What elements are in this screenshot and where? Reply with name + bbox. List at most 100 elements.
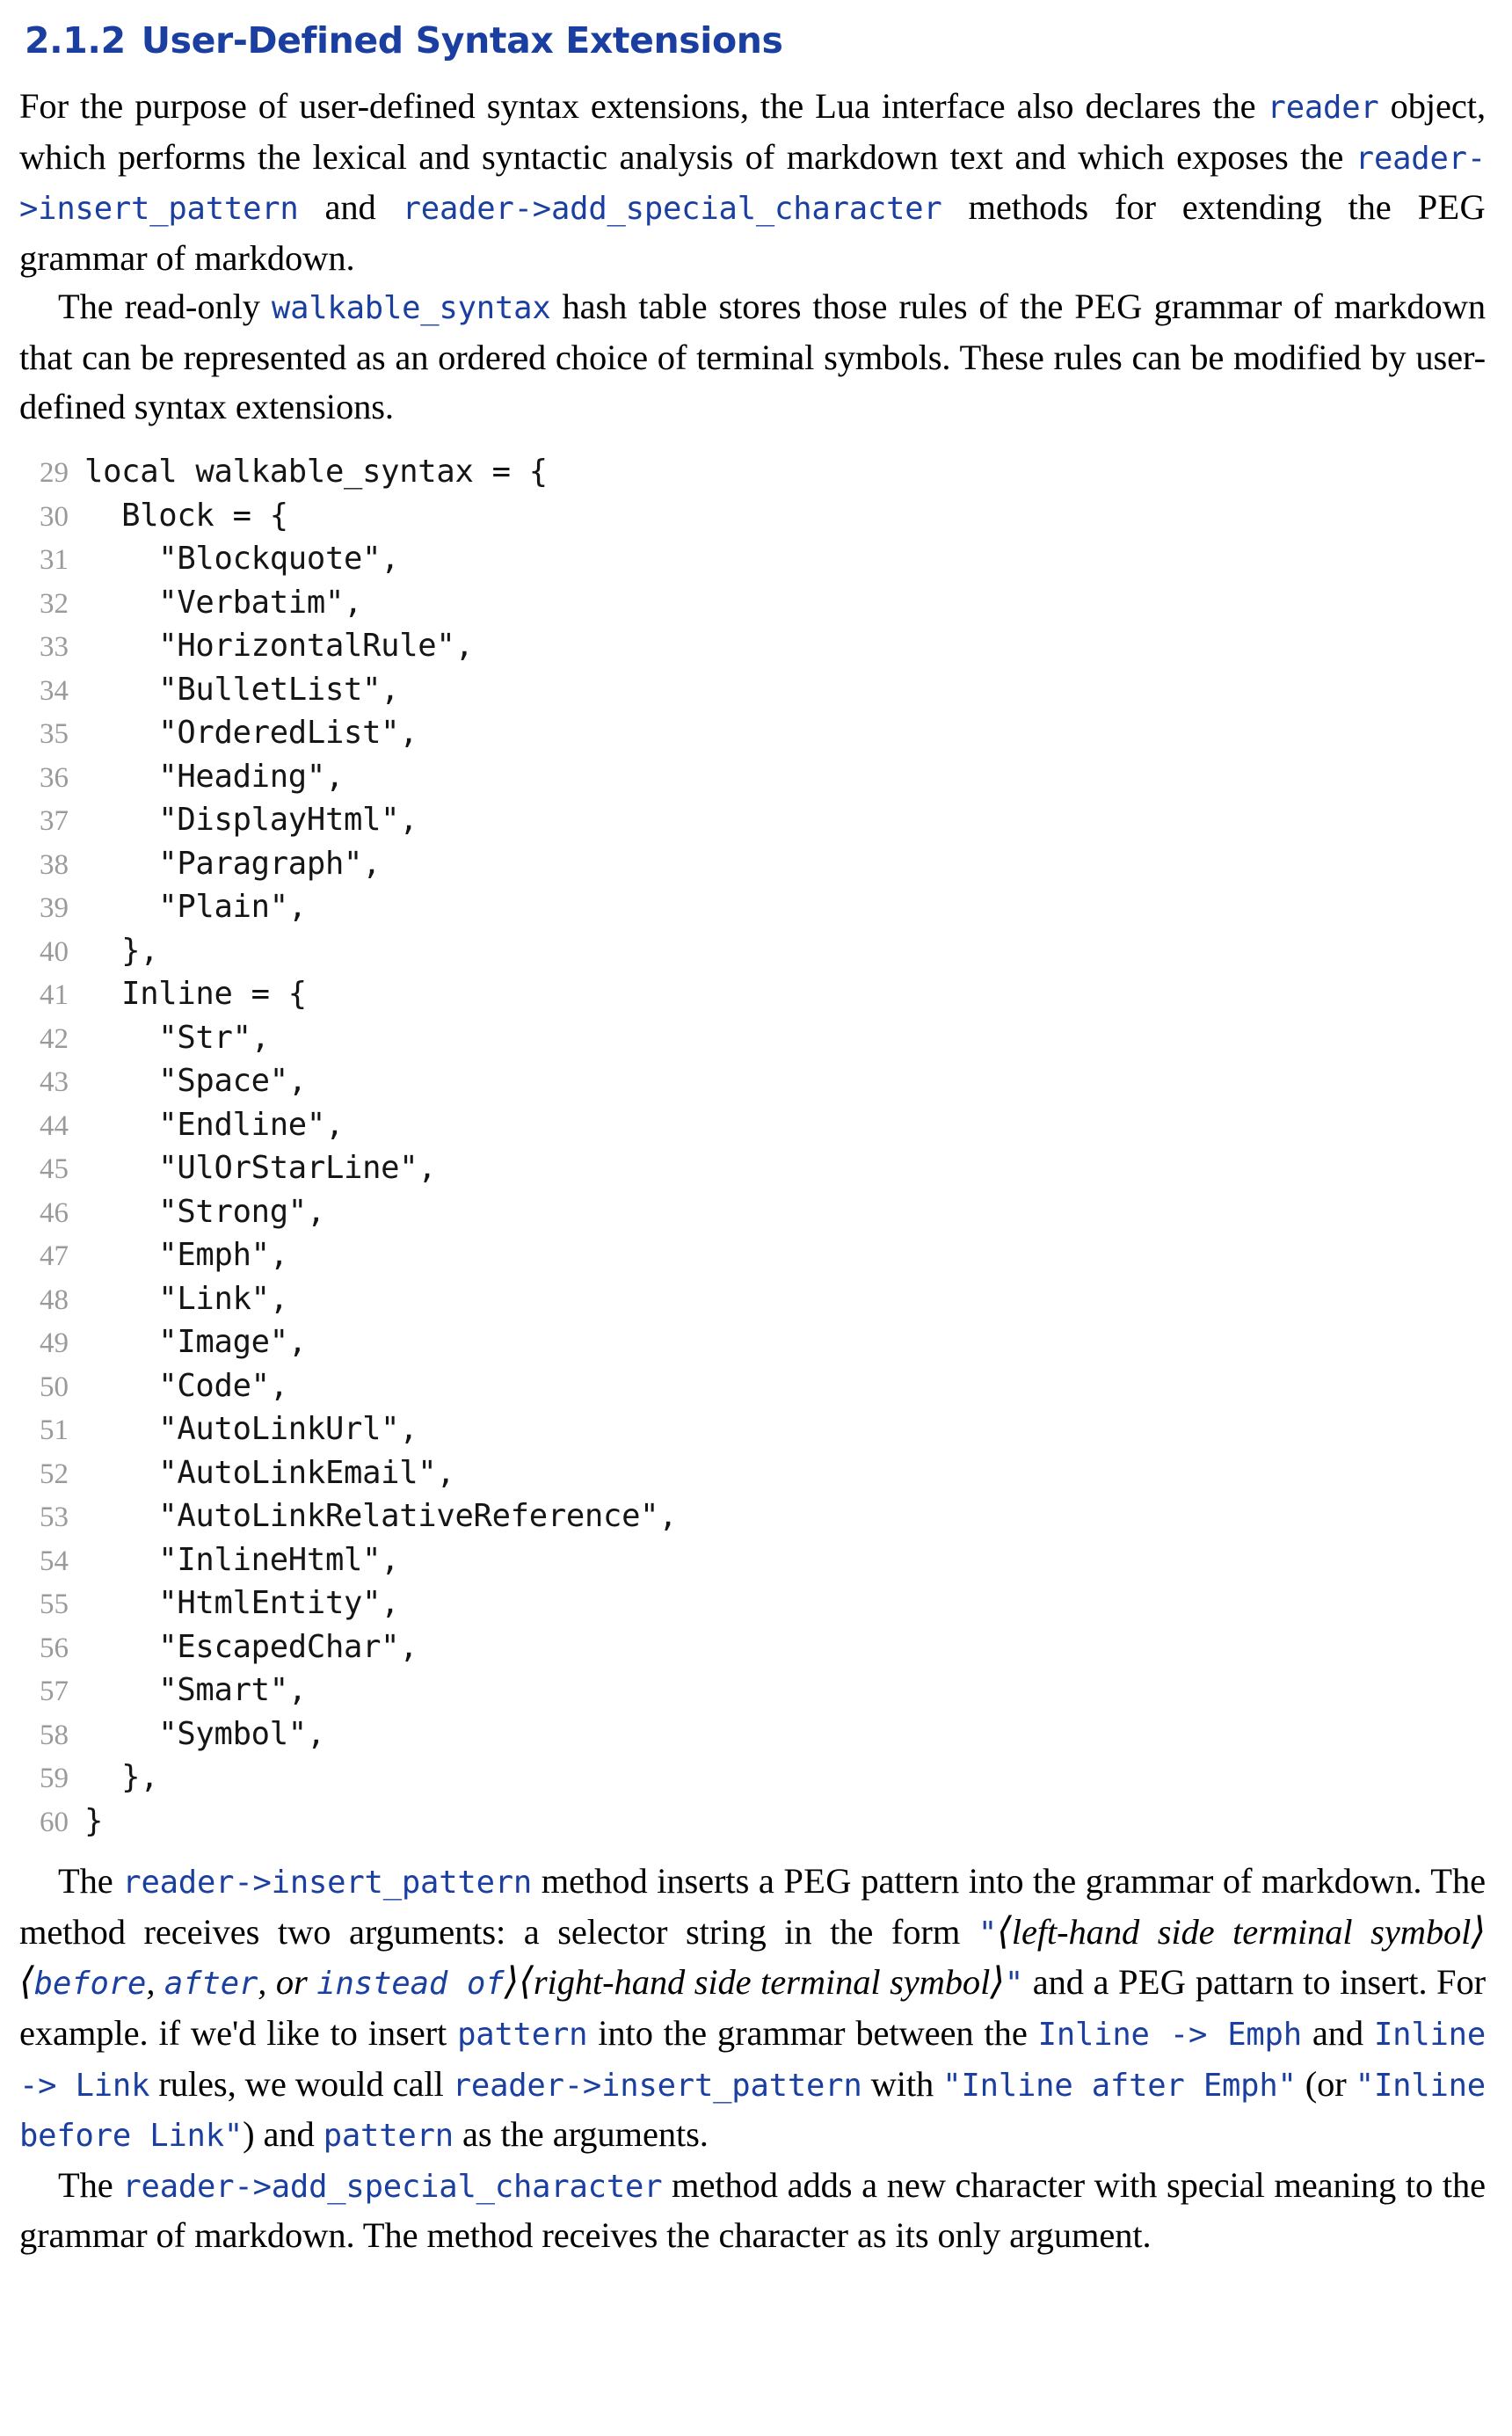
code-line-number: 54: [40, 1545, 69, 1577]
p1-text-3: and: [298, 187, 403, 228]
code-line: 36 "Heading",: [19, 755, 1486, 799]
code-line-number: 42: [40, 1022, 69, 1055]
code-line: 55 "HtmlEntity",: [19, 1582, 1486, 1625]
code-line-number: 39: [40, 892, 69, 925]
code-line: 50 "Code",: [19, 1364, 1486, 1408]
code-line-source: "OrderedList",: [84, 715, 418, 752]
code-line-number: 37: [40, 805, 69, 838]
code-line-number: 60: [40, 1806, 69, 1838]
code-line: 59 },: [19, 1756, 1486, 1800]
p3-text-11: ) and: [243, 2114, 323, 2155]
code-line-source: "InlineHtml",: [84, 1541, 400, 1578]
code-line: 51 "AutoLinkUrl",: [19, 1407, 1486, 1451]
placeholder-lhs-terminal-symbol: left-hand side terminal symbol: [1011, 1911, 1472, 1952]
code-line: 58 "Symbol",: [19, 1712, 1486, 1756]
code-line-source: }: [84, 1802, 104, 1839]
p3-text-12: as the arguments.: [453, 2114, 709, 2155]
document-page: 2.1.2 User-Defined Syntax Extensions For …: [0, 0, 1512, 2436]
inline-code-pattern: pattern: [457, 2016, 588, 2053]
code-line: 47 "Emph",: [19, 1233, 1486, 1277]
code-line: 41 Inline = {: [19, 972, 1486, 1016]
code-line-number: 33: [40, 631, 69, 664]
code-line-number: 51: [40, 1414, 69, 1447]
separator-comma: ,: [146, 1962, 164, 2003]
p3-text-4: and a: [1023, 1962, 1118, 2003]
code-line-number: 40: [40, 935, 69, 968]
code-line-source: "AutoLinkRelativeReference",: [84, 1498, 678, 1535]
code-line-source: "Blockquote",: [84, 541, 400, 578]
code-line-source: "Space",: [84, 1063, 307, 1100]
code-line-number: 53: [40, 1502, 69, 1534]
code-line-number: 45: [40, 1153, 69, 1186]
inline-code-insert-pattern: reader->insert_pattern: [122, 1865, 533, 1902]
code-line-number: 57: [40, 1676, 69, 1708]
code-line-number: 32: [40, 587, 69, 620]
code-line: 49 "Image",: [19, 1320, 1486, 1364]
code-line: 44 "Endline",: [19, 1103, 1486, 1147]
p1-text-4: methods for extending the: [941, 187, 1418, 228]
placeholder-rhs-terminal-symbol: right-hand side terminal symbol: [533, 1962, 991, 2003]
code-line-source: "Code",: [84, 1367, 288, 1404]
section-title-text: User-Defined Syntax Extensions: [141, 19, 783, 62]
p3-text-10: (or: [1296, 2063, 1356, 2104]
angle-bracket-close: ⟩: [504, 1961, 520, 2003]
angle-bracket-close: ⟩: [990, 1961, 1005, 2003]
code-line-number: 34: [40, 674, 69, 707]
code-line-source: Block = {: [84, 497, 288, 534]
code-line-number: 44: [40, 1109, 69, 1142]
inline-code-walkable-syntax: walkable_syntax: [271, 290, 551, 327]
code-line-number: 46: [40, 1196, 69, 1229]
code-line: 56 "EscapedChar",: [19, 1625, 1486, 1669]
code-line: 45 "UlOrStarLine",: [19, 1146, 1486, 1190]
code-line: 60}: [19, 1800, 1486, 1843]
p3-text-8: rules, we would call: [149, 2063, 453, 2104]
p1-text-5: grammar of markdown.: [19, 237, 355, 278]
code-line: 43 "Space",: [19, 1059, 1486, 1103]
code-line: 33 "HorizontalRule",: [19, 624, 1486, 668]
angle-bracket-open: ⟨: [997, 1910, 1012, 1952]
code-line: 31 "Blockquote",: [19, 537, 1486, 581]
inline-code-add-special-character: reader->add_special_character: [122, 2168, 663, 2205]
code-line-source: },: [84, 932, 159, 969]
code-line-number: 47: [40, 1240, 69, 1273]
selector-quote-close: ": [1004, 1966, 1024, 2003]
p3-text-1: The: [58, 1861, 123, 1902]
code-line-number: 52: [40, 1458, 69, 1490]
smallcaps-peg: PEG: [1074, 287, 1143, 327]
code-line-source: "Symbol",: [84, 1715, 325, 1752]
code-line-number: 50: [40, 1371, 69, 1403]
code-line-source: "Strong",: [84, 1193, 325, 1230]
code-line-source: local walkable_syntax = {: [84, 454, 548, 491]
separator-or: , or: [258, 1962, 317, 2003]
code-line: 57 "Smart",: [19, 1669, 1486, 1712]
code-line-source: "Plain",: [84, 889, 307, 926]
code-line-number: 43: [40, 1066, 69, 1099]
code-line-source: "EscapedChar",: [84, 1628, 418, 1665]
keyword-instead-of: instead of: [316, 1966, 505, 2003]
page-title: 2.1.2 User-Defined Syntax Extensions: [25, 23, 1486, 59]
code-line: 54 "InlineHtml",: [19, 1538, 1486, 1582]
code-line-number: 58: [40, 1719, 69, 1751]
p2-text-1: The read-only: [58, 287, 272, 327]
code-line-source: "Str",: [84, 1019, 270, 1056]
code-line-number: 55: [40, 1589, 69, 1621]
code-line: 37 "DisplayHtml",: [19, 798, 1486, 842]
code-line-number: 48: [40, 1283, 69, 1316]
paragraph-add-special-character: The reader->add_special_character method…: [19, 2161, 1486, 2260]
angle-bracket-close: ⟩: [1471, 1910, 1487, 1952]
code-line-source: "Paragraph",: [84, 845, 382, 882]
code-line: 29 local walkable_syntax = {: [19, 450, 1486, 494]
paragraph-insert-pattern: The reader->insert_pattern method insert…: [19, 1857, 1486, 2161]
keyword-before: before: [33, 1966, 147, 2003]
p3-text-7: and: [1301, 2012, 1374, 2053]
code-line-source: "Link",: [84, 1280, 288, 1317]
code-line-source: "Verbatim",: [84, 584, 363, 621]
code-line-number: 36: [40, 761, 69, 794]
code-line: 52 "AutoLinkEmail",: [19, 1451, 1486, 1495]
code-line: 34 "BulletList",: [19, 668, 1486, 712]
code-line: 32 "Verbatim",: [19, 581, 1486, 625]
code-line-source: "AutoLinkUrl",: [84, 1411, 418, 1448]
code-line-number: 29: [40, 457, 69, 490]
code-line-number: 30: [40, 500, 69, 533]
smallcaps-peg: PEG: [783, 1861, 852, 1902]
